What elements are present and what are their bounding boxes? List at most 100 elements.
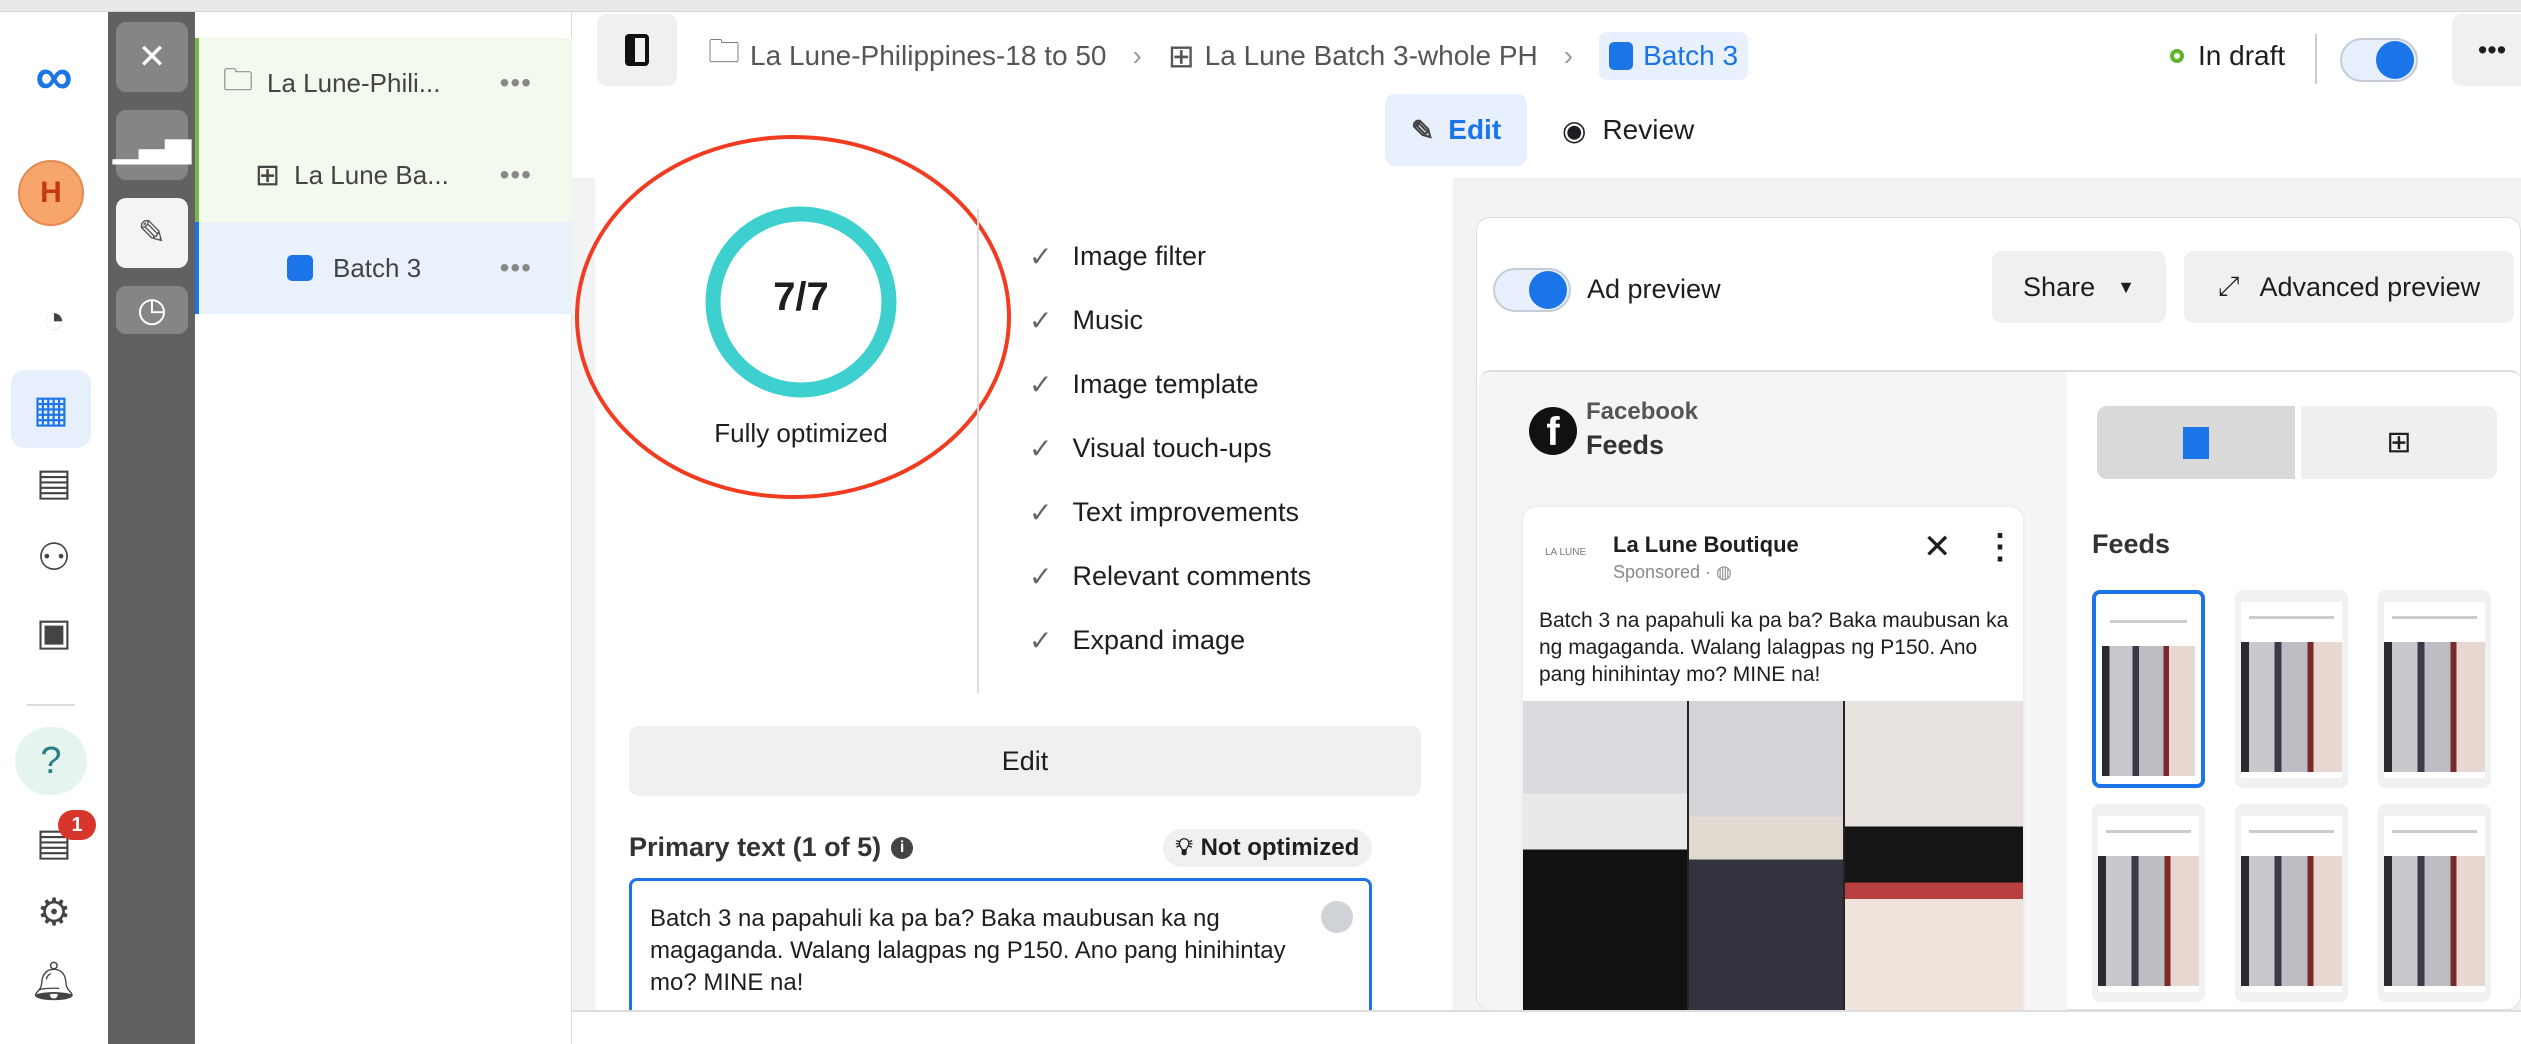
campaign-tree: 🗀︎ La Lune-Phili... ••• ⊞ La Lune Ba... … bbox=[195, 12, 572, 1044]
emoji-icon[interactable] bbox=[1321, 901, 1353, 933]
tree-item-ad[interactable]: Batch 3 ••• bbox=[195, 222, 572, 314]
thumbnail-image bbox=[2102, 646, 2195, 776]
campaigns-table-icon[interactable]: ▦ bbox=[11, 370, 91, 448]
post-more-icon[interactable]: ⋮ bbox=[1983, 527, 2017, 567]
optimization-item: ✓ Music bbox=[1029, 304, 1143, 337]
checkmark-icon: ✓ bbox=[1029, 241, 1053, 272]
checkmark-icon: ✓ bbox=[1029, 561, 1053, 592]
thumbnail-line bbox=[2110, 620, 2187, 623]
post-text: Batch 3 na papahuli ka pa ba? Baka maubu… bbox=[1539, 609, 2009, 686]
ad-preview-label: Ad preview bbox=[1587, 274, 1721, 304]
thumbnail-line bbox=[2392, 616, 2477, 619]
primary-text-input[interactable]: Batch 3 na papahuli ka pa ba? Baka maubu… bbox=[629, 878, 1372, 1018]
placement-thumbnail[interactable] bbox=[2092, 804, 2205, 1002]
optimization-label: Fully optimized bbox=[714, 418, 888, 448]
chevron-right-icon: › bbox=[1132, 40, 1142, 71]
advanced-preview-label: Advanced preview bbox=[2259, 271, 2481, 302]
platform-label: Facebook bbox=[1586, 398, 1699, 425]
thumbnail-image bbox=[2241, 856, 2342, 986]
thumbnail-line bbox=[2106, 830, 2191, 833]
preview-body: f Facebook Feeds LA LUNE La Lune Boutiqu… bbox=[1479, 370, 2521, 1010]
thumbnail-frame bbox=[2241, 816, 2342, 992]
documents-icon[interactable]: ▤ bbox=[18, 452, 90, 512]
tab-edit[interactable]: ✎ Edit bbox=[1385, 94, 1527, 166]
audiences-icon[interactable]: ⚇ bbox=[18, 527, 90, 587]
folder-icon: 🗀︎ bbox=[223, 63, 253, 97]
thumbnail-line bbox=[2249, 616, 2334, 619]
optimization-item: ✓ Image template bbox=[1029, 368, 1259, 401]
optimization-item: ✓ Relevant comments bbox=[1029, 560, 1311, 593]
checkmark-icon: ✓ bbox=[1029, 305, 1053, 336]
chevron-right-icon: › bbox=[1563, 40, 1574, 71]
edit-pencil-icon[interactable]: ✎ bbox=[116, 198, 188, 268]
more-options-icon[interactable]: ••• bbox=[500, 159, 532, 191]
share-button[interactable]: Share ▼ bbox=[1992, 251, 2166, 323]
not-optimized-badge[interactable]: 💡︎ Not optimized bbox=[1163, 829, 1372, 867]
optimization-item-label: Music bbox=[1072, 305, 1143, 335]
optimization-item: ✓ Visual touch-ups bbox=[1029, 432, 1272, 465]
facebook-post-preview: LA LUNE La Lune Boutique Sponsored · ◍ ✕… bbox=[1523, 507, 2023, 1010]
breadcrumb-adset[interactable]: La Lune Batch 3-whole PH bbox=[1205, 40, 1538, 72]
ad-preview-toggle[interactable] bbox=[1493, 268, 1571, 312]
meta-logo-icon[interactable]: ∞ bbox=[18, 47, 90, 107]
placement-thumbnail[interactable] bbox=[2235, 590, 2348, 788]
add-media-icon: ⊞ bbox=[2386, 426, 2412, 459]
breadcrumb-ad-label: Batch 3 bbox=[1643, 40, 1739, 71]
breadcrumb-campaign[interactable]: La Lune-Philippines-18 to 50 bbox=[750, 40, 1106, 72]
thumbnail-image bbox=[2384, 642, 2485, 772]
tab-review[interactable]: ◉ Review bbox=[1562, 94, 1694, 166]
notification-badge: 1 bbox=[58, 810, 96, 840]
checkmark-icon: ✓ bbox=[1029, 625, 1053, 656]
page-name: La Lune Boutique bbox=[1613, 532, 1799, 557]
toggle-sidebar-button[interactable] bbox=[597, 14, 677, 86]
tree-item-campaign[interactable]: 🗀︎ La Lune-Phili... ••• bbox=[195, 38, 572, 128]
status-text: In draft bbox=[2198, 40, 2286, 71]
tree-item-adset[interactable]: ⊞ La Lune Ba... ••• bbox=[195, 128, 572, 222]
feeds-heading: Feeds bbox=[2092, 529, 2171, 559]
settings-gear-icon[interactable]: ⚙ bbox=[18, 882, 90, 942]
placement-thumbnail[interactable] bbox=[2235, 804, 2348, 1002]
ad-icon bbox=[287, 255, 313, 281]
browser-tab-strip bbox=[0, 0, 2521, 12]
placement-label: Feeds bbox=[1586, 430, 1665, 460]
tree-item-label: La Lune-Phili... bbox=[267, 67, 441, 98]
badge-label: Not optimized bbox=[1200, 834, 1360, 861]
tree-item-label: Batch 3 bbox=[333, 252, 422, 283]
optimization-score: 7/7 bbox=[773, 275, 829, 319]
help-icon[interactable]: ? bbox=[15, 727, 87, 795]
placement-thumbnail[interactable] bbox=[2378, 804, 2491, 1002]
hide-ad-close-icon[interactable]: ✕ bbox=[1923, 527, 1952, 567]
ad-on-off-toggle[interactable] bbox=[2340, 38, 2418, 82]
nav-rail: ∞ H ◔ ▦ ▤ ⚇ ▣ ? ▤ 1 ⚙ 🔔︎ bbox=[0, 12, 108, 1044]
status-dot-icon bbox=[2170, 49, 2184, 63]
edit-enhancements-button[interactable]: Edit bbox=[629, 726, 1421, 796]
caret-down-icon: ▼ bbox=[2117, 276, 2135, 297]
close-icon[interactable]: ✕ bbox=[116, 22, 188, 92]
checkmark-icon: ✓ bbox=[1029, 369, 1053, 400]
placement-thumbnail[interactable] bbox=[2092, 590, 2205, 788]
breadcrumb-ad[interactable]: Batch 3 bbox=[1599, 32, 1749, 80]
dashboard-icon[interactable]: ◔ bbox=[18, 290, 90, 350]
bell-icon[interactable]: 🔔︎ bbox=[18, 952, 90, 1012]
placement-preview: f Facebook Feeds LA LUNE La Lune Boutiqu… bbox=[1479, 372, 2067, 1010]
history-clock-icon[interactable]: ◷ bbox=[116, 286, 188, 334]
expand-icon: ⤢ bbox=[2217, 271, 2240, 301]
add-media-tab[interactable]: ⊞ bbox=[2301, 406, 2497, 479]
primary-text-label: Primary text (1 of 5) i bbox=[629, 832, 914, 863]
avatar[interactable]: H bbox=[18, 160, 84, 226]
sponsored-text: Sponsored · bbox=[1613, 562, 1712, 582]
eye-icon: ◉ bbox=[1562, 114, 1587, 146]
more-options-icon[interactable]: ••• bbox=[500, 67, 532, 99]
placement-view-tab[interactable] bbox=[2097, 406, 2295, 479]
post-image bbox=[1523, 701, 2023, 1010]
optimization-item-label: Relevant comments bbox=[1072, 561, 1312, 591]
placement-thumbnail[interactable] bbox=[2378, 590, 2491, 788]
checkmark-icon: ✓ bbox=[1029, 497, 1053, 528]
more-button[interactable]: ••• bbox=[2452, 14, 2521, 86]
layout-icon bbox=[2183, 426, 2209, 459]
chart-icon[interactable]: ▁▃▅ bbox=[113, 110, 191, 180]
ads-library-icon[interactable]: ▣ bbox=[18, 602, 90, 662]
info-icon[interactable]: i bbox=[891, 836, 914, 859]
more-options-icon[interactable]: ••• bbox=[500, 252, 532, 284]
advanced-preview-button[interactable]: ⤢ Advanced preview bbox=[2184, 251, 2514, 323]
